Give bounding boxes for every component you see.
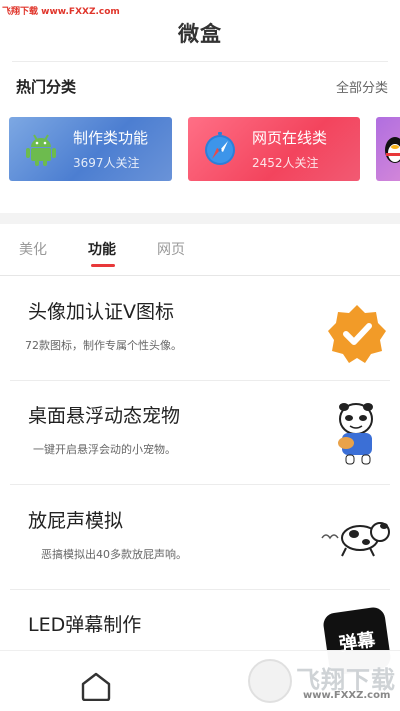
android-robot-icon bbox=[26, 134, 56, 166]
feature-item-avatar-badge[interactable]: 头像加认证V图标 72款图标，制作专属个性头像。 bbox=[0, 277, 400, 381]
watermark-logo: 飞翔下载 www.FXXZ.com bbox=[248, 659, 396, 705]
compass-icon bbox=[205, 132, 235, 165]
card-followers: 3697人关注 bbox=[73, 156, 140, 170]
divider bbox=[0, 275, 400, 276]
divider bbox=[10, 484, 390, 485]
feature-item-fart-sound[interactable]: 放屁声模拟 恶搞模拟出40多款放屁声响。 bbox=[0, 486, 400, 590]
verified-badge-icon bbox=[328, 305, 386, 363]
hot-categories-header: 热门分类 全部分类 bbox=[16, 74, 388, 98]
feature-title: 头像加认证V图标 bbox=[28, 301, 174, 323]
section-separator bbox=[0, 213, 400, 224]
card-title: 网页在线类 bbox=[252, 129, 328, 147]
card-followers: 2452人关注 bbox=[252, 156, 319, 170]
home-icon[interactable] bbox=[80, 671, 112, 701]
category-card-web[interactable]: 网页在线类 2452人关注 bbox=[188, 117, 360, 181]
logo-circle-icon bbox=[248, 659, 292, 703]
feature-title: 放屁声模拟 bbox=[28, 510, 124, 532]
feature-title: 桌面悬浮动态宠物 bbox=[28, 405, 181, 427]
watermark-site-text: 飞翔下载 www.FXXZ.com bbox=[2, 7, 120, 17]
cartoon-dog-icon bbox=[321, 522, 390, 557]
page-title: 微盒 bbox=[178, 22, 222, 46]
panda-sticker-icon bbox=[338, 403, 373, 465]
section-title: 热门分类 bbox=[16, 77, 77, 96]
qq-penguin-icon bbox=[385, 137, 400, 163]
feature-item-desktop-pet[interactable]: 桌面悬浮动态宠物 一键开启悬浮会动的小宠物。 bbox=[0, 381, 400, 485]
category-card-partial[interactable] bbox=[376, 117, 400, 181]
bottom-navigation: 飞翔下载 www.FXXZ.com bbox=[0, 650, 400, 711]
active-tab-indicator bbox=[91, 264, 115, 267]
watermark-logo-url: www.FXXZ.com bbox=[303, 690, 391, 701]
feature-description: 72款图标，制作专属个性头像。 bbox=[25, 339, 182, 352]
all-categories-link[interactable]: 全部分类 bbox=[336, 77, 388, 96]
feature-tabs: 美化 功能 网页 bbox=[0, 232, 400, 274]
divider bbox=[12, 61, 388, 62]
feature-description: 恶搞模拟出40多款放屁声响。 bbox=[41, 548, 187, 561]
tab-beautify[interactable]: 美化 bbox=[19, 239, 47, 259]
tab-function[interactable]: 功能 bbox=[88, 239, 116, 259]
feature-description: 一键开启悬浮会动的小宠物。 bbox=[33, 443, 176, 456]
category-card-making[interactable]: 制作类功能 3697人关注 bbox=[9, 117, 172, 181]
tab-web[interactable]: 网页 bbox=[157, 239, 185, 259]
card-title: 制作类功能 bbox=[73, 129, 149, 147]
feature-title: LED弹幕制作 bbox=[28, 614, 142, 636]
category-carousel[interactable]: 制作类功能 3697人关注 网页在线类 2452人关注 bbox=[0, 117, 400, 183]
